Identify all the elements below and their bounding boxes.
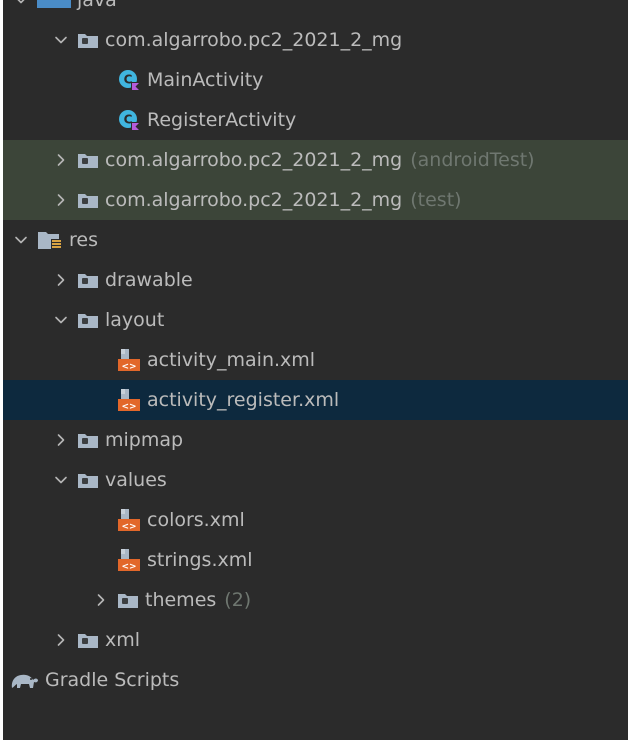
tree-node-label: strings.xml xyxy=(147,549,253,571)
tree-node-label: com.algarrobo.pc2_2021_2_mg xyxy=(105,189,403,211)
tree-node-java[interactable]: java xyxy=(3,0,628,20)
chevron-right-icon[interactable] xyxy=(51,270,71,290)
tree-node-themes[interactable]: themes (2) xyxy=(3,580,628,620)
tree-node-layout[interactable]: layout xyxy=(3,300,628,340)
tree-node-label: activity_main.xml xyxy=(147,349,316,371)
tree-node-label: xml xyxy=(105,629,141,651)
tree-node-label: layout xyxy=(105,309,165,331)
tree-node-main-activity[interactable]: MainActivity xyxy=(3,60,628,100)
tree-node-package-test[interactable]: com.algarrobo.pc2_2021_2_mg (test) xyxy=(3,180,628,220)
resource-folder-icon xyxy=(37,229,63,251)
tree-node-label: colors.xml xyxy=(147,509,245,531)
tree-node-count-suffix: (2) xyxy=(224,589,252,611)
tree-node-label: MainActivity xyxy=(147,69,264,91)
tree-node-package-android-test[interactable]: com.algarrobo.pc2_2021_2_mg (androidTest… xyxy=(3,140,628,180)
tree-node-label: values xyxy=(105,469,167,491)
tree-node-xml[interactable]: xml xyxy=(3,620,628,660)
tree-node-label: mipmap xyxy=(105,429,184,451)
tree-node-activity-register-xml[interactable]: activity_register.xml xyxy=(3,380,628,420)
xml-file-icon xyxy=(117,348,141,372)
tree-node-colors-xml[interactable]: colors.xml xyxy=(3,500,628,540)
tree-node-label: Gradle Scripts xyxy=(45,669,180,691)
chevron-right-icon[interactable] xyxy=(91,590,111,610)
folder-icon xyxy=(77,631,99,649)
gradle-elephant-icon xyxy=(9,668,39,692)
folder-icon xyxy=(77,191,99,209)
chevron-down-icon[interactable] xyxy=(11,0,31,10)
tree-node-mipmap[interactable]: mipmap xyxy=(3,420,628,460)
xml-file-icon xyxy=(117,388,141,412)
chevron-right-icon[interactable] xyxy=(51,190,71,210)
tree-node-gradle-scripts[interactable]: Gradle Scripts xyxy=(3,660,628,700)
folder-icon xyxy=(77,471,99,489)
folder-icon xyxy=(77,271,99,289)
tree-node-label: RegisterActivity xyxy=(147,109,297,131)
folder-icon xyxy=(77,311,99,329)
folder-icon xyxy=(77,31,99,49)
project-tree-panel: java com.algarrobo.pc2_2021_2_mg MainAct… xyxy=(0,0,630,740)
xml-file-icon xyxy=(117,548,141,572)
chevron-right-icon[interactable] xyxy=(51,430,71,450)
project-tree: java com.algarrobo.pc2_2021_2_mg MainAct… xyxy=(3,0,628,700)
chevron-down-icon[interactable] xyxy=(11,230,31,250)
tree-node-label: java xyxy=(77,0,117,11)
folder-icon xyxy=(77,151,99,169)
tree-node-res[interactable]: res xyxy=(3,220,628,260)
kotlin-class-icon xyxy=(117,108,141,132)
chevron-down-icon[interactable] xyxy=(51,30,71,50)
tree-node-label: themes xyxy=(145,589,217,611)
tree-node-scope-suffix: (test) xyxy=(410,189,462,211)
tree-node-drawable[interactable]: drawable xyxy=(3,260,628,300)
tree-node-values[interactable]: values xyxy=(3,460,628,500)
tree-node-label: com.algarrobo.pc2_2021_2_mg xyxy=(105,149,403,171)
xml-file-icon xyxy=(117,508,141,532)
tree-node-register-activity[interactable]: RegisterActivity xyxy=(3,100,628,140)
chevron-right-icon[interactable] xyxy=(51,150,71,170)
tree-node-package-main[interactable]: com.algarrobo.pc2_2021_2_mg xyxy=(3,20,628,60)
tree-node-label: drawable xyxy=(105,269,193,291)
kotlin-class-icon xyxy=(117,68,141,92)
tree-node-scope-suffix: (androidTest) xyxy=(410,149,535,171)
chevron-right-icon[interactable] xyxy=(51,630,71,650)
chevron-down-icon[interactable] xyxy=(51,470,71,490)
tree-node-label: activity_register.xml xyxy=(147,389,340,411)
folder-icon xyxy=(77,431,99,449)
tree-node-strings-xml[interactable]: strings.xml xyxy=(3,540,628,580)
folder-icon xyxy=(117,591,139,609)
tree-node-label: com.algarrobo.pc2_2021_2_mg xyxy=(105,29,403,51)
folder-icon xyxy=(37,0,71,10)
tree-node-activity-main-xml[interactable]: activity_main.xml xyxy=(3,340,628,380)
tree-node-label: res xyxy=(69,229,98,251)
chevron-down-icon[interactable] xyxy=(51,310,71,330)
